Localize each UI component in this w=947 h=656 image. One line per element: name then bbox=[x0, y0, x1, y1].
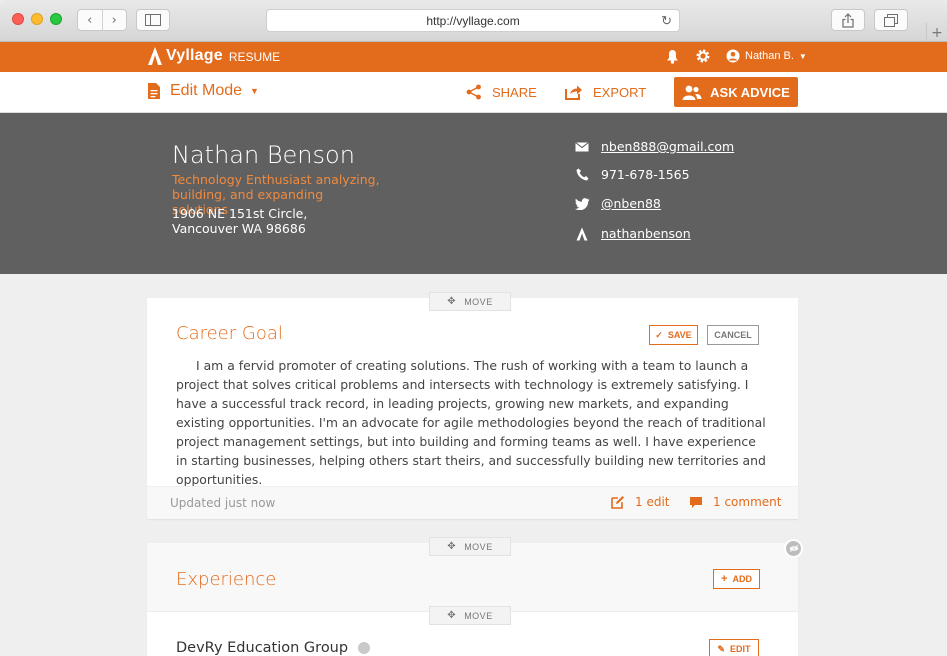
user-avatar-icon bbox=[726, 49, 740, 63]
move-label: MOVE bbox=[464, 610, 493, 621]
twitter-link[interactable]: @nben88 bbox=[601, 196, 661, 211]
experience-item: ✥ MOVE DevRy Education Group ✎ EDIT bbox=[147, 606, 798, 656]
edits-link[interactable]: 1 edit bbox=[611, 495, 670, 509]
experience-item-move-handle[interactable]: ✥ MOVE bbox=[429, 606, 511, 625]
history-nav: ‹ › bbox=[77, 9, 127, 31]
resume-toolbar: Edit Mode ▼ SHARE EXPORT ASK ADVICE bbox=[0, 72, 947, 113]
career-goal-move-handle[interactable]: ✥ MOVE bbox=[429, 292, 511, 311]
hide-section-eye-icon[interactable] bbox=[784, 539, 803, 558]
comment-bubble-icon bbox=[690, 496, 702, 508]
product-name: RESUME bbox=[228, 49, 281, 64]
pencil-icon: ✎ bbox=[717, 643, 726, 654]
zoom-window-button[interactable] bbox=[50, 13, 62, 25]
settings-gear-icon[interactable] bbox=[695, 48, 711, 68]
career-goal-section: ✥ MOVE Career Goal ✓ SAVE CANCEL I am a … bbox=[147, 292, 798, 519]
edit-experience-button[interactable]: ✎ EDIT bbox=[709, 639, 759, 656]
export-label: EXPORT bbox=[593, 84, 647, 100]
export-icon bbox=[565, 85, 582, 100]
updated-timestamp: Updated just now bbox=[170, 496, 276, 510]
contact-email: nben888@gmail.com bbox=[574, 139, 734, 154]
move-label: MOVE bbox=[464, 296, 493, 307]
career-goal-text-editor[interactable]: I am a fervid promoter of creating solut… bbox=[176, 356, 766, 489]
brand-logo[interactable]: Vyllage RESUME bbox=[147, 46, 280, 66]
sidebar-toggle-icon[interactable] bbox=[136, 9, 170, 31]
comments-link[interactable]: 1 comment bbox=[689, 495, 781, 509]
organization-name: DevRy Education Group bbox=[176, 640, 349, 656]
brand-name: Vyllage bbox=[166, 47, 223, 64]
add-experience-button[interactable]: + ADD bbox=[713, 569, 760, 589]
envelope-icon bbox=[574, 141, 590, 152]
contact-twitter: @nben88 bbox=[574, 196, 661, 211]
profile-header: Nathan Benson Technology Enthusiast anal… bbox=[0, 113, 947, 274]
reload-icon[interactable]: ↻ bbox=[661, 13, 672, 29]
share-page-icon[interactable] bbox=[831, 9, 865, 31]
contact-phone: 971-678-1565 bbox=[574, 167, 690, 182]
address-bar[interactable]: http://vyllage.com ↻ bbox=[266, 9, 680, 32]
experience-section: ✥ MOVE Experience + ADD ✥ MOVE DevRy Edu… bbox=[147, 537, 798, 656]
experience-title: Experience bbox=[176, 569, 277, 590]
contact-vyllage: nathanbenson bbox=[574, 226, 691, 241]
ask-advice-button[interactable]: ASK ADVICE bbox=[674, 77, 798, 107]
users-icon bbox=[682, 85, 702, 100]
edits-count: 1 edit bbox=[635, 495, 670, 509]
close-window-button[interactable] bbox=[12, 13, 24, 25]
ask-advice-label: ASK ADVICE bbox=[710, 84, 790, 100]
edit-pencil-icon bbox=[611, 496, 624, 509]
forward-icon[interactable]: › bbox=[103, 10, 127, 30]
career-goal-footer: Updated just now 1 edit 1 comment bbox=[147, 486, 798, 519]
comments-count: 1 comment bbox=[713, 495, 782, 509]
move-arrows-icon: ✥ bbox=[447, 610, 457, 621]
vyllage-profile-link[interactable]: nathanbenson bbox=[601, 226, 691, 241]
document-icon bbox=[148, 83, 160, 99]
checkmark-icon: ✓ bbox=[655, 329, 663, 340]
experience-item-title: DevRy Education Group bbox=[176, 640, 371, 656]
career-goal-title: Career Goal bbox=[176, 323, 283, 344]
back-icon[interactable]: ‹ bbox=[78, 10, 103, 30]
user-menu-caret-icon: ▼ bbox=[798, 51, 807, 61]
cancel-label: CANCEL bbox=[714, 330, 752, 340]
add-label: ADD bbox=[732, 574, 752, 584]
share-button[interactable]: SHARE bbox=[466, 84, 537, 100]
minimize-window-button[interactable] bbox=[31, 13, 43, 25]
experience-move-handle[interactable]: ✥ MOVE bbox=[429, 537, 511, 556]
move-arrows-icon: ✥ bbox=[447, 296, 457, 307]
comment-indicator-icon[interactable] bbox=[358, 642, 371, 654]
chevron-down-icon: ▼ bbox=[250, 86, 259, 96]
share-label: SHARE bbox=[492, 84, 537, 100]
save-label: SAVE bbox=[667, 330, 692, 340]
edit-mode-label: Edit Mode bbox=[170, 82, 243, 99]
twitter-icon bbox=[574, 197, 590, 210]
save-button[interactable]: ✓ SAVE bbox=[649, 325, 698, 345]
export-button[interactable]: EXPORT bbox=[565, 84, 646, 100]
notifications-bell-icon[interactable] bbox=[666, 49, 679, 68]
plus-icon: + bbox=[721, 573, 728, 585]
show-tabs-icon[interactable] bbox=[874, 9, 908, 31]
email-link[interactable]: nben888@gmail.com bbox=[601, 139, 734, 154]
move-arrows-icon: ✥ bbox=[447, 541, 457, 552]
new-tab-icon[interactable]: + bbox=[926, 23, 947, 42]
edit-label: EDIT bbox=[730, 644, 751, 654]
move-label: MOVE bbox=[464, 541, 493, 552]
share-icon bbox=[466, 84, 481, 100]
url-text: http://vyllage.com bbox=[426, 13, 520, 28]
user-name: Nathan B. bbox=[745, 50, 794, 62]
edit-mode-dropdown[interactable]: Edit Mode ▼ bbox=[148, 82, 259, 100]
phone-icon bbox=[574, 168, 590, 181]
vyllage-tent-icon bbox=[574, 227, 590, 241]
user-menu[interactable]: Nathan B. ▼ bbox=[726, 49, 807, 63]
browser-toolbar: ‹ › http://vyllage.com ↻ + bbox=[0, 0, 947, 42]
phone-number: 971-678-1565 bbox=[601, 167, 690, 182]
browser-window: ‹ › http://vyllage.com ↻ + Vyllage RESUM… bbox=[0, 0, 947, 656]
profile-address: 1906 NE 151st Circle, Vancouver WA 98686 bbox=[172, 206, 308, 236]
profile-name: Nathan Benson bbox=[172, 141, 355, 169]
tent-logo-icon bbox=[148, 47, 162, 65]
cancel-button[interactable]: CANCEL bbox=[707, 325, 759, 345]
app-header: Vyllage RESUME Nathan B. ▼ bbox=[0, 42, 947, 72]
